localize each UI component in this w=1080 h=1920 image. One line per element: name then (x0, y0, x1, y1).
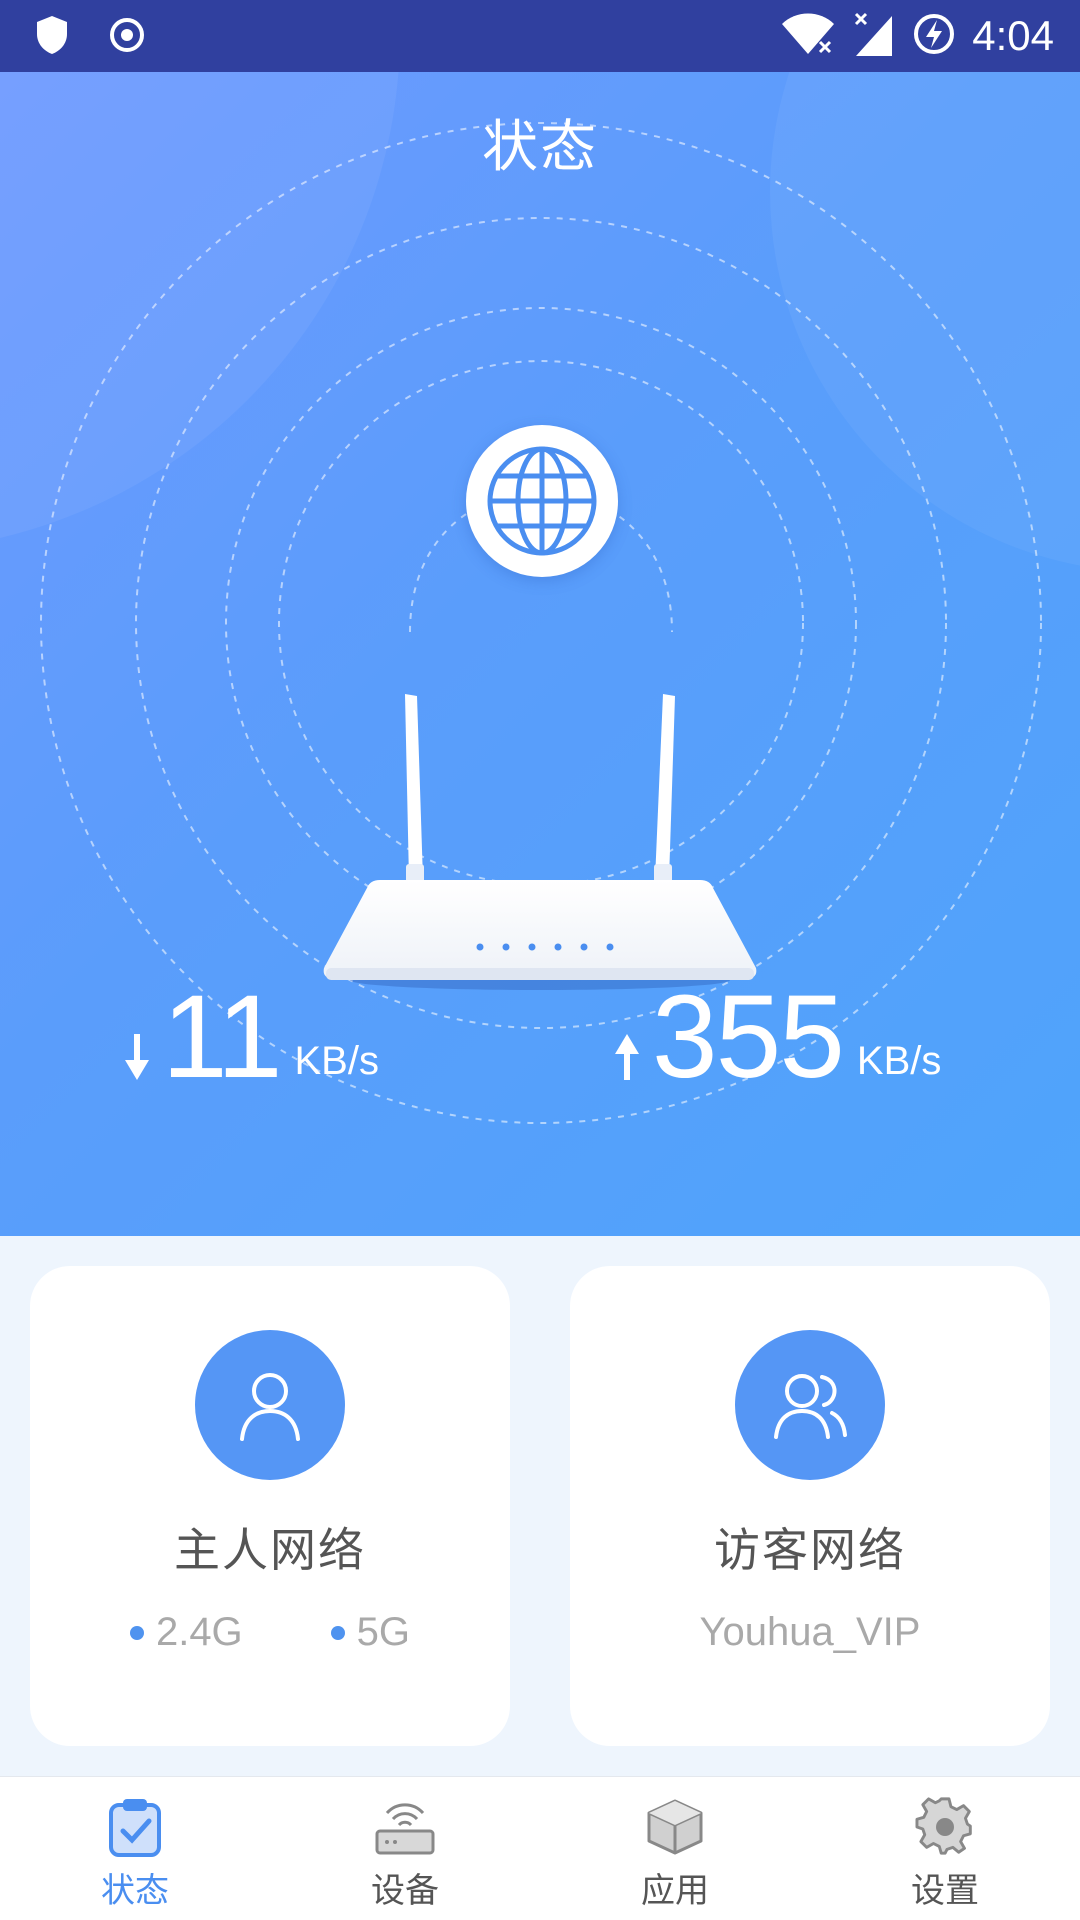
download-speed: 11 KB/s (122, 971, 379, 1103)
band-2-4g: 2.4G (129, 1610, 243, 1655)
wifi-off-icon (780, 12, 836, 60)
bottom-nav: 状态 设备 应用 设置 (0, 1776, 1080, 1920)
band-2-4g-label: 2.4G (155, 1610, 243, 1654)
tab-settings-label: 设置 (911, 1871, 979, 1911)
band-dot (330, 1625, 345, 1640)
download-arrow-icon (125, 1034, 149, 1080)
band-dot (129, 1625, 144, 1640)
clock: 4:04 (972, 12, 1054, 59)
guest-network-ssid: Youhua_VIP (699, 1610, 921, 1654)
guest-network-title: 访客网络 (714, 1523, 906, 1577)
gear-icon (913, 1795, 977, 1859)
users-icon (774, 1374, 847, 1439)
host-avatar (195, 1330, 345, 1480)
download-speed-value: 11 (162, 971, 282, 1103)
band-5g-label: 5G (356, 1610, 411, 1654)
guest-avatar (735, 1330, 885, 1480)
host-network-title: 主人网络 (174, 1523, 366, 1577)
host-network-card[interactable]: 主人网络 2.4G 5G (30, 1266, 510, 1746)
tab-apps[interactable]: 应用 (540, 1777, 810, 1920)
tab-apps-label: 应用 (641, 1871, 709, 1911)
tab-devices[interactable]: 设备 (270, 1777, 540, 1920)
cube-app-icon (643, 1795, 707, 1859)
download-speed-unit: KB/s (294, 1039, 379, 1083)
page-title: 状态 (482, 115, 598, 180)
upload-arrow-icon (615, 1034, 639, 1080)
tab-status[interactable]: 状态 (0, 1777, 270, 1920)
globe-icon (487, 446, 597, 556)
internet-globe[interactable] (466, 425, 618, 577)
signal-no-sim-icon (852, 10, 896, 62)
upload-speed-unit: KB/s (856, 1039, 942, 1083)
record-icon (108, 16, 146, 58)
tab-devices-label: 设备 (371, 1871, 439, 1911)
upload-speed-value: 355 (652, 971, 845, 1103)
tab-status-label: 状态 (101, 1871, 169, 1911)
user-icon (240, 1373, 300, 1441)
router-device-icon (373, 1795, 437, 1859)
tab-settings[interactable]: 设置 (810, 1777, 1080, 1920)
router-illustration (320, 612, 760, 996)
status-hero: 状态 11 KB/s 355 KB/s (0, 72, 1080, 1236)
upload-speed: 355 KB/s (612, 971, 942, 1103)
status-clipboard-icon (103, 1795, 167, 1859)
band-5g: 5G (330, 1610, 411, 1655)
guest-network-card[interactable]: 访客网络 Youhua_VIP (570, 1266, 1050, 1746)
host-network-bands: 2.4G 5G (30, 1610, 510, 1655)
status-bar: 4:04 (0, 0, 1080, 72)
shield-icon (34, 14, 70, 60)
battery-charging-icon (912, 12, 956, 60)
